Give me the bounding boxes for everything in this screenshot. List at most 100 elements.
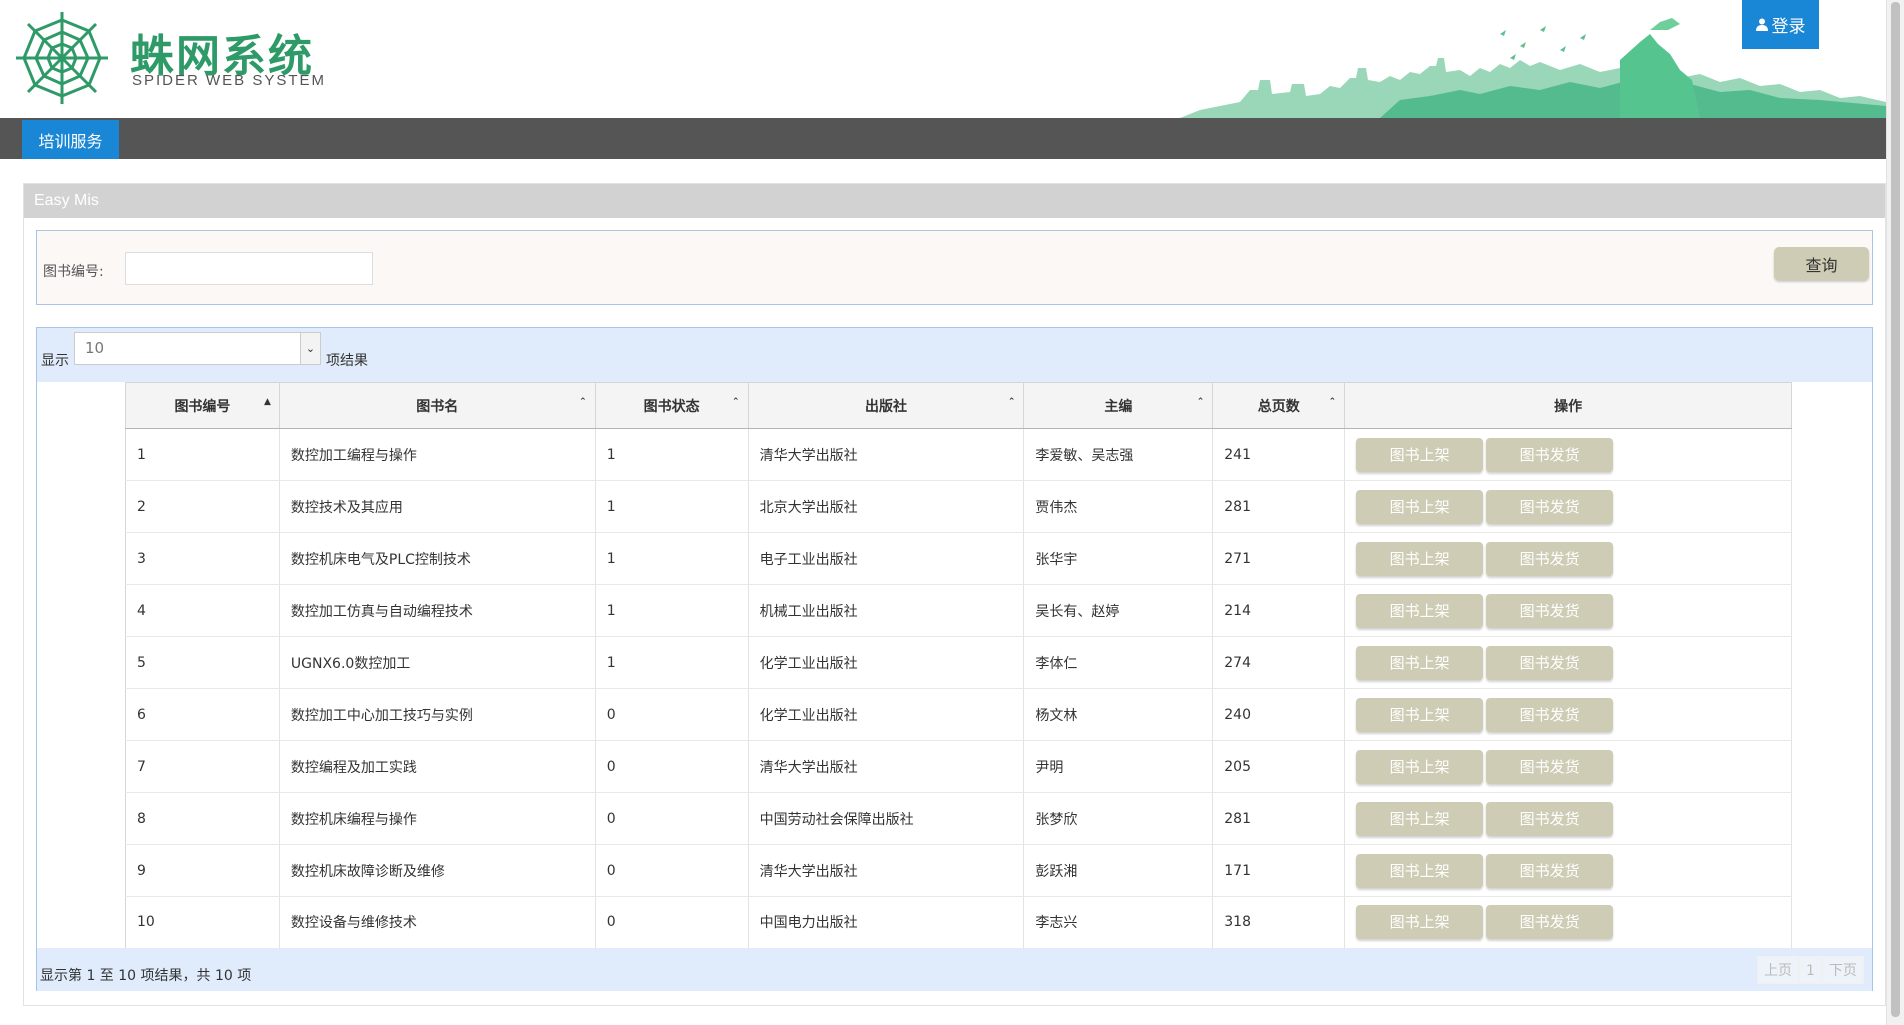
column-header-book-name[interactable]: 图书名 ⌃ (278, 382, 596, 429)
shelve-book-button[interactable]: 图书上架 (1356, 489, 1484, 524)
column-header-editor[interactable]: 主编 ⌃ (1023, 382, 1214, 429)
cell-book-status: 1 (595, 584, 749, 637)
cell-editor: 张梦欣 (1023, 792, 1214, 845)
cell-total-pages: 274 (1212, 636, 1346, 689)
cell-book-status: 1 (595, 636, 749, 689)
column-header-actions: 操作 (1344, 382, 1792, 429)
cell-book-id: 7 (125, 740, 280, 793)
cell-publisher: 中国电力出版社 (748, 896, 1025, 950)
cell-publisher: 清华大学出版社 (748, 740, 1025, 793)
table-body: 1 数控加工编程与操作 1 清华大学出版社 李爱敏、吴志强 241 图书上架 图书发货 2 数控技… (125, 428, 1792, 950)
table-row: 5 UGNX6.0数控加工 1 化学工业出版社 李体仁 274 图书上架 图书发货 (125, 636, 1792, 689)
ship-book-button[interactable]: 图书发货 (1486, 697, 1614, 732)
cell-editor: 尹明 (1023, 740, 1214, 793)
cell-editor: 张华宇 (1023, 532, 1214, 585)
header: 蛛网系统 SPIDER WEB SYSTEM 登录 (0, 0, 1886, 118)
ship-book-button[interactable]: 图书发货 (1486, 541, 1614, 576)
login-button[interactable]: 登录 (1742, 0, 1819, 49)
cell-book-status: 1 (595, 480, 749, 533)
cell-book-id: 2 (125, 480, 280, 533)
cell-total-pages: 241 (1212, 428, 1346, 481)
grid-footer: 显示第 1 至 10 项结果，共 10 项 上页 1 下页 (37, 948, 1872, 991)
ship-book-button[interactable]: 图书发货 (1486, 905, 1614, 940)
column-header-book-status[interactable]: 图书状态 ⌃ (594, 382, 749, 429)
sort-icon: ⌃ (579, 397, 587, 407)
cell-book-status: 0 (595, 740, 749, 793)
page-length-select[interactable]: 10 ⌄ (74, 332, 321, 365)
table-row: 9 数控机床故障诊断及维修 0 清华大学出版社 彭跃湘 171 图书上架 图书发货 (125, 844, 1792, 897)
query-button[interactable]: 查询 (1774, 247, 1869, 280)
table-row: 7 数控编程及加工实践 0 清华大学出版社 尹明 205 图书上架 图书发货 (125, 740, 1792, 793)
cell-book-name: 数控机床编程与操作 (279, 792, 596, 845)
vertical-scrollbar[interactable] (1886, 0, 1904, 1025)
table-header-row: 图书编号 ▲ 图书名 ⌃ 图书状态 ⌃ 出版社 ⌃ 主编 ⌃ 总页数 ⌃ 操作 (125, 382, 1792, 429)
cell-book-name: 数控技术及其应用 (279, 480, 596, 533)
ship-book-button[interactable]: 图书发货 (1486, 801, 1614, 836)
cell-book-id: 1 (125, 428, 280, 481)
cell-book-name: 数控机床电气及PLC控制技术 (279, 532, 596, 585)
cell-editor: 吴长有、赵婷 (1023, 584, 1214, 637)
shelve-book-button[interactable]: 图书上架 (1356, 905, 1484, 940)
shelve-book-button[interactable]: 图书上架 (1356, 541, 1484, 576)
cell-book-id: 8 (125, 792, 280, 845)
result-info: 显示第 1 至 10 项结果，共 10 项 (40, 968, 252, 984)
cell-total-pages: 240 (1212, 688, 1346, 741)
cell-actions: 图书上架 图书发货 (1344, 636, 1792, 689)
data-grid: 显示 10 ⌄ 项结果 图书编号 ▲ 图书名 ⌃ 图书状态 ⌃ 出版社 ⌃ 主编 ⌃ 总页… (36, 327, 1873, 991)
page-1-button[interactable]: 1 (1799, 956, 1822, 984)
shelve-book-button[interactable]: 图书上架 (1356, 593, 1484, 628)
cell-publisher: 化学工业出版社 (748, 636, 1025, 689)
shelve-book-button[interactable]: 图书上架 (1356, 437, 1484, 472)
shelve-book-button[interactable]: 图书上架 (1356, 697, 1484, 732)
cell-actions: 图书上架 图书发货 (1344, 480, 1792, 533)
cell-actions: 图书上架 图书发货 (1344, 844, 1792, 897)
nav-item-training[interactable]: 培训服务 (22, 120, 119, 159)
ship-book-button[interactable]: 图书发货 (1486, 437, 1614, 472)
brand-subtitle: SPIDER WEB SYSTEM (132, 72, 327, 89)
cell-actions: 图书上架 图书发货 (1344, 688, 1792, 741)
cell-book-name: 数控加工仿真与自动编程技术 (279, 584, 596, 637)
ship-book-button[interactable]: 图书发货 (1486, 593, 1614, 628)
sort-asc-icon: ▲ (263, 397, 271, 407)
cell-actions: 图书上架 图书发货 (1344, 584, 1792, 637)
shelve-book-button[interactable]: 图书上架 (1356, 749, 1484, 784)
cell-book-name: 数控编程及加工实践 (279, 740, 596, 793)
shelve-book-button[interactable]: 图书上架 (1356, 801, 1484, 836)
table-row: 3 数控机床电气及PLC控制技术 1 电子工业出版社 张华宇 271 图书上架 图书发货 (125, 532, 1792, 585)
book-id-label: 图书编号: (43, 264, 104, 280)
cell-publisher: 中国劳动社会保障出版社 (748, 792, 1025, 845)
spider-web-logo-icon (16, 12, 108, 104)
ship-book-button[interactable]: 图书发货 (1486, 489, 1614, 524)
cell-actions: 图书上架 图书发货 (1344, 740, 1792, 793)
table-row: 8 数控机床编程与操作 0 中国劳动社会保障出版社 张梦欣 281 图书上架 图书发货 (125, 792, 1792, 845)
user-icon (1755, 18, 1768, 31)
column-header-total-pages[interactable]: 总页数 ⌃ (1212, 382, 1346, 429)
column-header-book-id[interactable]: 图书编号 ▲ (125, 382, 280, 429)
cell-book-status: 0 (595, 844, 749, 897)
page-length-value: 10 (85, 339, 105, 357)
cell-book-status: 0 (595, 896, 749, 950)
cell-actions: 图书上架 图书发货 (1344, 428, 1792, 481)
ship-book-button[interactable]: 图书发货 (1486, 749, 1614, 784)
sort-icon: ⌃ (1328, 397, 1337, 407)
chevron-down-icon: ⌄ (300, 333, 320, 364)
main-nav: 培训服务 (0, 118, 1886, 159)
grid-toolbar: 显示 10 ⌄ 项结果 (37, 328, 1872, 382)
cell-book-status: 1 (595, 428, 749, 481)
cell-editor: 李爱敏、吴志强 (1023, 428, 1214, 481)
shelve-book-button[interactable]: 图书上架 (1356, 853, 1484, 888)
cell-total-pages: 281 (1212, 480, 1346, 533)
table-row: 2 数控技术及其应用 1 北京大学出版社 贾伟杰 281 图书上架 图书发货 (125, 480, 1792, 533)
cell-actions: 图书上架 图书发货 (1344, 792, 1792, 845)
table-row: 1 数控加工编程与操作 1 清华大学出版社 李爱敏、吴志强 241 图书上架 图书发货 (125, 428, 1792, 481)
column-header-publisher[interactable]: 出版社 ⌃ (747, 382, 1025, 429)
cell-total-pages: 281 (1212, 792, 1346, 845)
ship-book-button[interactable]: 图书发货 (1486, 645, 1614, 680)
next-page-button[interactable]: 下页 (1821, 956, 1864, 984)
cell-editor: 李体仁 (1023, 636, 1214, 689)
shelve-book-button[interactable]: 图书上架 (1356, 645, 1484, 680)
book-id-input[interactable] (125, 252, 373, 285)
books-table: 图书编号 ▲ 图书名 ⌃ 图书状态 ⌃ 出版社 ⌃ 主编 ⌃ 总页数 ⌃ 操作 1 数控加工编… (125, 382, 1792, 950)
prev-page-button[interactable]: 上页 (1757, 956, 1799, 984)
ship-book-button[interactable]: 图书发货 (1486, 853, 1614, 888)
